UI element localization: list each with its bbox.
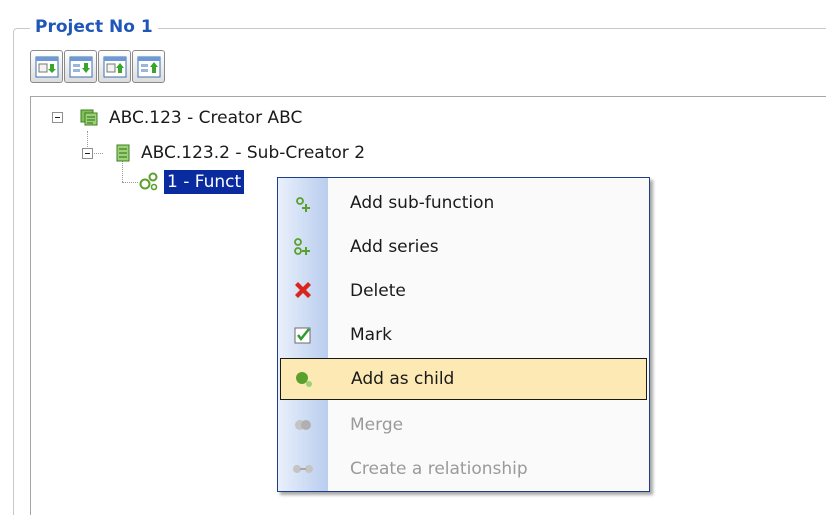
menu-item-label: Delete <box>350 281 406 301</box>
add-as-child-icon <box>296 372 312 387</box>
menu-item-add-as-child[interactable]: Add as child <box>280 358 647 400</box>
function-gears-icon <box>139 172 158 191</box>
collapse-up-icon <box>103 56 126 77</box>
tree-toolbar <box>30 50 165 84</box>
expand-down-button[interactable] <box>30 50 63 83</box>
menu-item-create-relationship[interactable]: Create a relationship <box>280 448 647 490</box>
project-window: Project No 1 ABC.123 - Creator ABC ABC.1… <box>0 0 826 515</box>
menu-item-label: Add sub-function <box>350 193 495 213</box>
expand-all-icon <box>69 56 92 77</box>
menu-item-add-series[interactable]: Add series <box>280 226 647 268</box>
menu-item-label: Create a relationship <box>350 459 528 479</box>
menu-item-label: Add series <box>350 237 439 257</box>
tree-node-root-label: ABC.123 - Creator ABC <box>109 108 303 128</box>
root-collapse-toggle[interactable] <box>52 112 63 123</box>
tree-node-child-label: ABC.123.2 - Sub-Creator 2 <box>141 143 366 163</box>
menu-item-label: Merge <box>350 415 404 435</box>
tree-node-root[interactable]: ABC.123 - Creator ABC <box>79 105 302 131</box>
tree-node-child[interactable]: ABC.123.2 - Sub-Creator 2 <box>114 140 365 166</box>
creator-icon <box>80 109 98 126</box>
menu-item-label: Mark <box>350 325 392 345</box>
expand-down-icon <box>35 56 58 77</box>
collapse-up-button[interactable] <box>98 50 131 83</box>
context-menu: Add sub-function Add series Delete Mark … <box>277 177 650 492</box>
menu-item-merge[interactable]: Merge <box>280 404 647 446</box>
add-series-icon <box>294 238 310 255</box>
relationship-icon <box>293 465 313 473</box>
collapse-all-icon <box>137 56 160 77</box>
collapse-all-button[interactable] <box>132 50 165 83</box>
checkbox-checked-icon <box>294 327 311 344</box>
menu-item-add-sub-function[interactable]: Add sub-function <box>280 182 647 224</box>
menu-item-delete[interactable]: Delete <box>280 270 647 312</box>
child-collapse-toggle[interactable] <box>82 148 93 159</box>
menu-item-mark[interactable]: Mark <box>280 314 647 356</box>
expand-all-button[interactable] <box>64 50 97 83</box>
delete-x-icon <box>295 282 311 298</box>
tree-node-function[interactable]: 1 - Funct <box>138 169 245 195</box>
add-sub-function-icon <box>296 197 310 212</box>
tree-node-function-label: 1 - Funct <box>164 170 245 194</box>
menu-item-label: Add as child <box>351 369 455 389</box>
sub-creator-icon <box>116 144 130 162</box>
group-title: Project No 1 <box>30 14 158 40</box>
merge-icon <box>295 420 311 430</box>
tree-connector <box>122 182 138 183</box>
